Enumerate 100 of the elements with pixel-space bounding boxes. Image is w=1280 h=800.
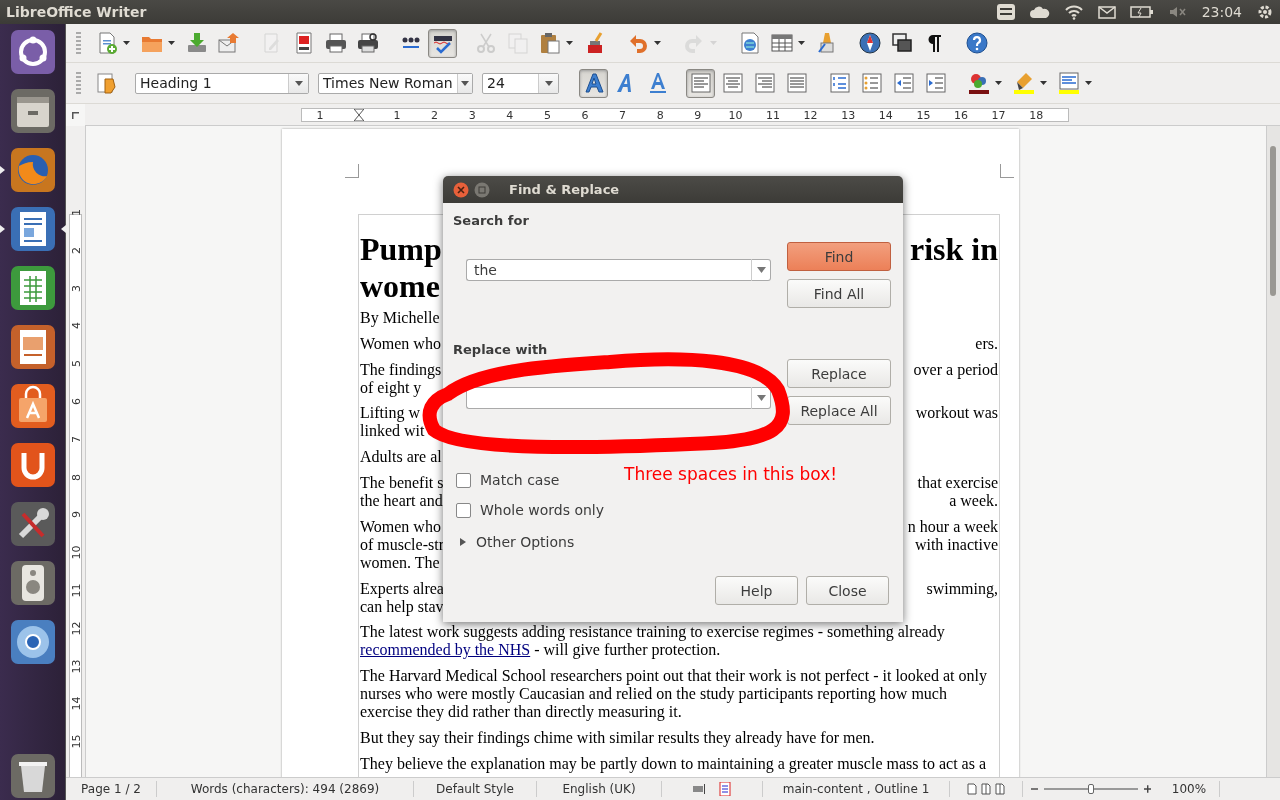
- checkbox[interactable]: [456, 472, 471, 488]
- collapsed-triangle-icon[interactable]: [459, 538, 467, 546]
- replace-field[interactable]: [466, 387, 751, 409]
- ruler-number: 10: [728, 109, 743, 122]
- spreadsheet-icon[interactable]: [8, 264, 57, 312]
- language[interactable]: English (UK): [537, 781, 662, 797]
- ruler-number: 12: [803, 109, 818, 122]
- clipboard-icon: [538, 31, 562, 55]
- maximize-icon[interactable]: [474, 181, 490, 198]
- dropdown-button[interactable]: [751, 387, 771, 409]
- body-text: that exercise: [917, 474, 998, 492]
- zoom-in-icon[interactable]: [1143, 785, 1151, 793]
- battery-icon[interactable]: [1129, 5, 1154, 19]
- checkbox-label[interactable]: Whole words only: [480, 502, 604, 518]
- presentation-icon[interactable]: [8, 323, 57, 371]
- expander-label[interactable]: Other Options: [476, 534, 575, 550]
- speaker-icon[interactable]: [8, 559, 57, 607]
- word-count[interactable]: Words (characters): 494 (2869): [157, 781, 414, 797]
- align-right-icon: [752, 71, 777, 95]
- round-browser-icon[interactable]: [8, 618, 57, 666]
- close-button[interactable]: Close: [806, 576, 889, 605]
- checkbox-label[interactable]: Match case: [480, 472, 560, 488]
- vertical-ruler[interactable]: 1 2 3 4 5 6 7 8 9 10 11 12 13 14 15: [66, 126, 86, 777]
- paragraph-style-dropdown[interactable]: Heading 1: [135, 72, 309, 94]
- ruler-number: 13: [841, 109, 856, 122]
- ruler-number: 6: [581, 109, 589, 122]
- ruler-number: 18: [1029, 109, 1044, 122]
- dropdown-arrow-icon[interactable]: [544, 80, 553, 86]
- body-paragraph: The latest work suggests adding resistance training to exercise regimes - something already recommended by the NHS - will give further protection.: [360, 623, 946, 660]
- heading-text: risk in: [909, 231, 998, 268]
- cloud-icon[interactable]: [1029, 5, 1050, 19]
- page-layout-icon[interactable]: [980, 783, 992, 795]
- ruler-number: 3: [69, 283, 83, 294]
- body-text: Adults are al: [360, 448, 442, 467]
- signature-icon[interactable]: [719, 782, 731, 796]
- body-text: Experts alrea: [360, 579, 444, 598]
- power-gear-icon[interactable]: [1256, 3, 1274, 21]
- text-document-icon[interactable]: [8, 205, 57, 253]
- search-field[interactable]: the: [466, 259, 751, 281]
- ruler-number: 8: [69, 472, 83, 483]
- print-preview-icon: [355, 31, 380, 55]
- dropdown-button[interactable]: [751, 259, 771, 281]
- insert-mode-icon[interactable]: [693, 784, 705, 794]
- zoom-percentage[interactable]: 100%: [1159, 781, 1220, 797]
- file-cabinet-icon[interactable]: [8, 87, 57, 135]
- ruler-number: 15: [916, 109, 931, 122]
- ruler-number: 4: [69, 321, 83, 332]
- page-count[interactable]: Page 1 / 2: [66, 781, 157, 797]
- ruler-number: 5: [543, 109, 551, 122]
- horizontal-ruler[interactable]: 1 1 2 3 4 5 6 7 8 9 10 11 12 13 14 15 16 17 18: [85, 104, 1280, 126]
- ruler-number: 3: [468, 109, 476, 122]
- envelope-icon[interactable]: [1097, 5, 1116, 19]
- body-text: The findings: [360, 360, 442, 379]
- find-all-button[interactable]: Find All: [787, 279, 891, 308]
- page-layout-icon[interactable]: [966, 783, 978, 795]
- body-text: women. The: [360, 553, 440, 572]
- dropdown-arrow-icon[interactable]: [294, 80, 303, 86]
- keyboard-layout-icon[interactable]: [995, 3, 1016, 21]
- ubuntu-logo-icon[interactable]: [8, 28, 57, 76]
- wrench-screwdriver-icon[interactable]: [8, 500, 57, 548]
- ruler-number: 14: [878, 109, 893, 122]
- ruler-corner-icon[interactable]: [72, 111, 79, 119]
- replace-button[interactable]: Replace: [787, 359, 891, 388]
- ruler-number: 7: [619, 109, 627, 122]
- wifi-icon[interactable]: [1063, 4, 1084, 20]
- font-size-dropdown[interactable]: 24: [482, 72, 559, 94]
- indent-marker-icon[interactable]: [354, 109, 364, 121]
- bulleted-list-icon: [859, 71, 884, 95]
- link[interactable]: recommended by the NHS: [360, 641, 531, 659]
- replace-all-button[interactable]: Replace All: [787, 396, 891, 425]
- align-left-button[interactable]: [686, 68, 715, 98]
- ruler-number: 11: [69, 582, 83, 599]
- close-icon[interactable]: [453, 181, 469, 198]
- body-text: of muscle-str: [360, 535, 444, 554]
- shadowed-letter-button[interactable]: [579, 68, 608, 98]
- browser-globe-icon[interactable]: [8, 146, 57, 194]
- body-paragraph: They believe the explanation may be partly down to maintaining a greater muscle mass to act as a: [360, 754, 987, 773]
- clock[interactable]: 23:04: [1201, 4, 1242, 20]
- dropdown-arrow-icon: [756, 267, 766, 273]
- vertical-scrollbar[interactable]: [1266, 126, 1280, 777]
- checkbox[interactable]: [456, 502, 471, 518]
- speaker-muted-icon[interactable]: [1167, 5, 1188, 19]
- find-button[interactable]: Find: [787, 242, 891, 271]
- zoom-out-icon[interactable]: [1031, 785, 1039, 793]
- shopping-bag-icon[interactable]: [8, 382, 57, 430]
- numbered-list-icon: [827, 71, 852, 95]
- ruler-number: 11: [766, 109, 780, 122]
- help-button[interactable]: Help: [715, 576, 798, 605]
- font-name-dropdown[interactable]: Times New Roman: [318, 72, 473, 94]
- trash-can-icon[interactable]: [8, 752, 57, 800]
- page-layout-icon[interactable]: [994, 783, 1006, 795]
- spellcheck-button[interactable]: [428, 28, 457, 58]
- ruler-number: 1: [393, 109, 401, 122]
- ruler-number: 2: [69, 245, 83, 256]
- table-icon: [770, 31, 794, 55]
- compass-icon: [857, 31, 882, 55]
- page-style[interactable]: Default Style: [414, 781, 537, 797]
- body-text: By Michelle: [360, 309, 440, 327]
- body-text: linked wit: [360, 422, 425, 441]
- dropdown-arrow-icon[interactable]: [460, 80, 469, 86]
